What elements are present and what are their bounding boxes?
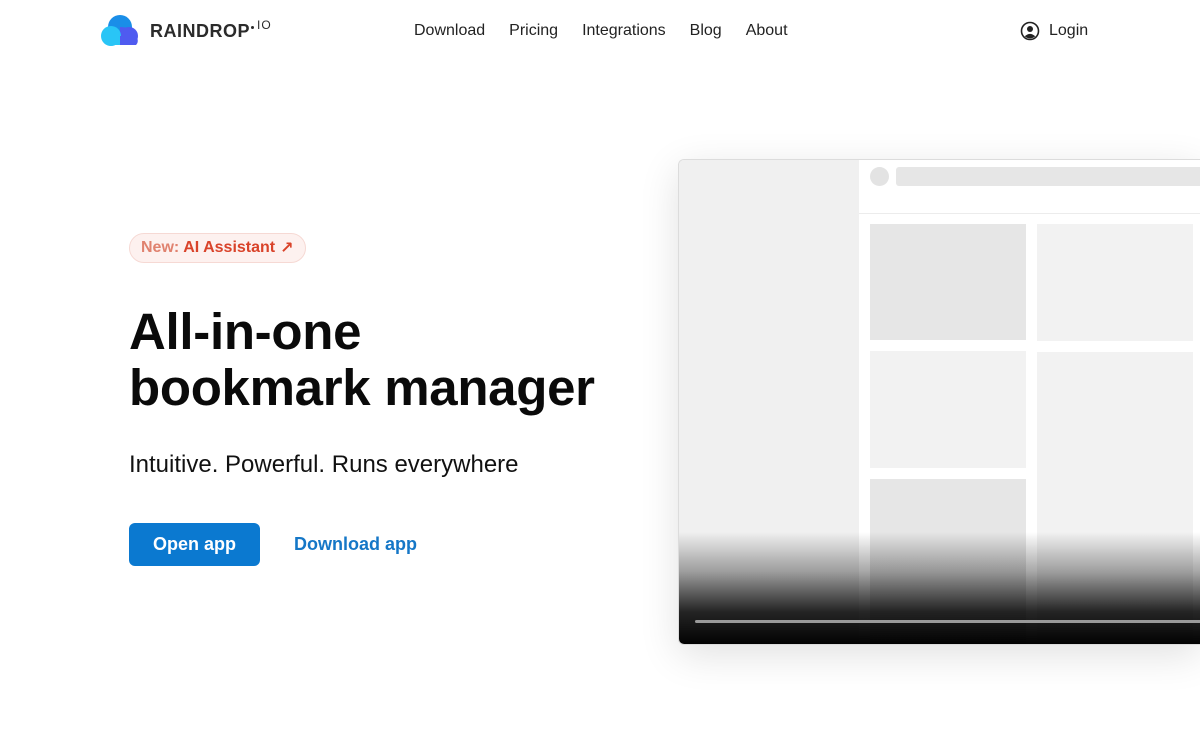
- logo-dot: [251, 25, 255, 29]
- preview-card: [870, 224, 1026, 340]
- headline-line-2: bookmark manager: [129, 359, 595, 416]
- login-label: Login: [1049, 22, 1089, 39]
- hero-subheadline: Intuitive. Powerful. Runs everywhere: [129, 451, 519, 478]
- app-preview-screenshot: [678, 159, 1200, 645]
- logo-wordmark: RAINDROP: [150, 20, 251, 41]
- raindrop-cloud-icon: [101, 15, 138, 46]
- ai-assistant-badge[interactable]: New: AI Assistant ↗: [129, 233, 306, 263]
- nav-link-integrations[interactable]: Integrations: [582, 21, 666, 41]
- headline-line-1: All-in-one: [129, 303, 362, 360]
- preview-search-bar: [896, 167, 1200, 186]
- logo-suffix: IO: [257, 18, 272, 32]
- login-link[interactable]: Login: [1020, 21, 1088, 41]
- preview-progress-track: [695, 620, 1200, 623]
- user-circle-icon: [1020, 21, 1040, 41]
- preview-toolbar: [859, 160, 1200, 214]
- badge-title: AI Assistant: [183, 239, 276, 256]
- hero-headline: All-in-one bookmark manager: [129, 304, 649, 416]
- nav-link-pricing[interactable]: Pricing: [509, 21, 558, 41]
- main-menu: Download Pricing Integrations Blog About: [414, 21, 788, 41]
- preview-card: [870, 351, 1026, 468]
- arrow-up-right-icon: ↗: [280, 240, 294, 257]
- nav-link-blog[interactable]: Blog: [690, 21, 722, 41]
- preview-avatar: [870, 167, 889, 186]
- open-app-button[interactable]: Open app: [129, 523, 260, 566]
- nav-link-about[interactable]: About: [746, 21, 788, 41]
- preview-video-overlay: [679, 532, 1200, 644]
- preview-card: [1037, 224, 1193, 341]
- raindrop-logo[interactable]: RAINDROP IO: [100, 14, 272, 46]
- top-navigation: RAINDROP IO Download Pricing Integration…: [0, 0, 1200, 64]
- badge-prefix: New:: [141, 239, 180, 256]
- download-app-link[interactable]: Download app: [294, 533, 417, 555]
- nav-link-download[interactable]: Download: [414, 21, 485, 41]
